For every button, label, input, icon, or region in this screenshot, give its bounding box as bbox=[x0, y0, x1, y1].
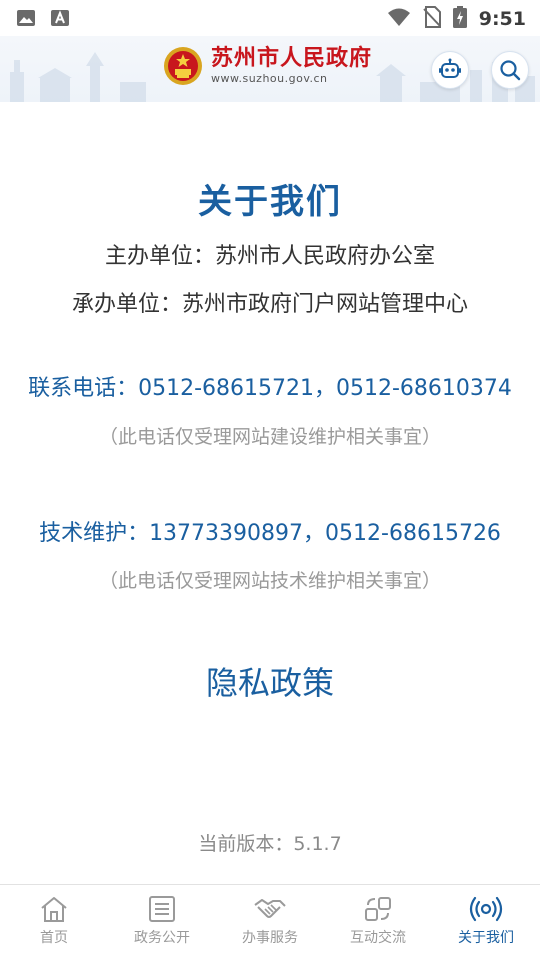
no-sim-icon bbox=[423, 6, 441, 32]
nav-label: 政务公开 bbox=[134, 930, 190, 946]
status-bar: 9:51 bbox=[0, 0, 540, 36]
tech-support-note: （此电话仅受理网站技术维护相关事宜） bbox=[98, 570, 441, 592]
tech-support-phone[interactable]: 技术维护：13773390897，0512-68615726 bbox=[0, 515, 540, 547]
nav-item-services[interactable]: 办事服务 bbox=[216, 885, 324, 961]
robot-assistant-button[interactable] bbox=[431, 51, 469, 89]
battery-charging-icon bbox=[452, 6, 467, 32]
handshake-icon bbox=[254, 899, 286, 918]
bottom-navigation: 首页 政务公开 办事服务 互动交流 关于我们 bbox=[0, 884, 540, 961]
page-title: 关于我们 bbox=[198, 182, 342, 222]
nav-item-gov-affairs[interactable]: 政务公开 bbox=[108, 885, 216, 961]
image-notification-icon bbox=[16, 8, 36, 32]
site-url: www.suzhou.gov.cn bbox=[211, 72, 328, 85]
site-logo[interactable]: 苏州市人民政府 www.suzhou.gov.cn bbox=[163, 46, 372, 86]
clock: 9:51 bbox=[478, 8, 526, 30]
app-header: 苏州市人民政府 www.suzhou.gov.cn bbox=[0, 36, 540, 102]
nav-label: 互动交流 bbox=[350, 930, 406, 946]
nav-item-home[interactable]: 首页 bbox=[0, 885, 108, 961]
nav-label: 首页 bbox=[40, 930, 68, 946]
search-icon bbox=[500, 60, 521, 81]
wifi-icon bbox=[387, 7, 411, 31]
nav-item-interaction[interactable]: 互动交流 bbox=[324, 885, 432, 961]
broadcast-icon bbox=[469, 896, 503, 922]
home-icon bbox=[41, 897, 67, 922]
host-unit: 主办单位：苏州市人民政府办公室 bbox=[104, 244, 435, 269]
organizer-unit: 承办单位：苏州市政府门户网站管理中心 bbox=[71, 292, 468, 317]
contact-phone[interactable]: 联系电话：0512-68615721，0512-68610374 bbox=[0, 370, 540, 402]
app-version: 当前版本：5.1.7 bbox=[198, 833, 342, 855]
search-button[interactable] bbox=[491, 51, 529, 89]
document-list-icon bbox=[149, 896, 175, 922]
interaction-icon bbox=[365, 897, 391, 921]
contact-phone-note: （此电话仅受理网站建设维护相关事宜） bbox=[98, 426, 441, 448]
font-notification-icon bbox=[50, 8, 70, 32]
national-emblem-icon bbox=[164, 47, 202, 85]
nav-label: 关于我们 bbox=[458, 930, 514, 946]
privacy-policy-link[interactable]: 隐私政策 bbox=[0, 658, 540, 704]
nav-label: 办事服务 bbox=[242, 930, 298, 946]
site-name: 苏州市人民政府 bbox=[211, 46, 373, 71]
nav-item-about-us[interactable]: 关于我们 bbox=[432, 885, 540, 961]
robot-icon bbox=[439, 58, 461, 78]
